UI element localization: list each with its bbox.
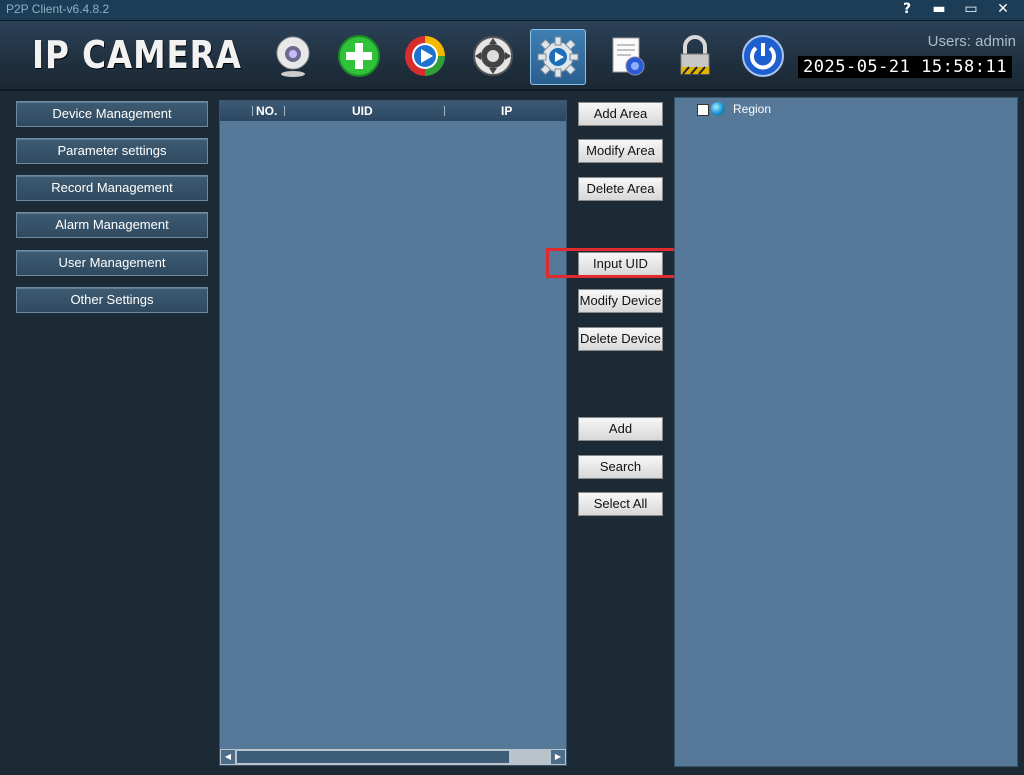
region-checkbox[interactable] [697, 104, 709, 116]
help-button[interactable]: ? [892, 0, 922, 20]
horizontal-scrollbar[interactable]: ◀ ▶ [220, 749, 566, 765]
log-document-icon [612, 37, 645, 76]
sidebar-item-other-settings[interactable]: Other Settings [16, 287, 208, 313]
region-tree[interactable]: Region [674, 97, 1018, 767]
device-list-header: NO. UID IP [220, 101, 566, 121]
ptz-control-button[interactable] [466, 29, 520, 83]
column-separator [284, 106, 285, 116]
add-device-button[interactable] [332, 29, 386, 83]
app-logo: IP CAMERA [32, 33, 242, 77]
delete-device-button[interactable]: Delete Device [578, 327, 663, 351]
delete-area-button[interactable]: Delete Area [578, 177, 663, 201]
current-user: Users: admin [927, 33, 1016, 50]
maximize-button[interactable]: ▭ [956, 0, 986, 20]
add-button[interactable]: Add [578, 417, 663, 441]
device-list[interactable]: NO. UID IP ◀ ▶ [219, 100, 567, 766]
sidebar-item-parameter-settings[interactable]: Parameter settings [16, 138, 208, 164]
minimize-button[interactable]: ▬ [924, 0, 954, 20]
add-device-icon [338, 35, 380, 77]
playback-icon [405, 36, 445, 76]
column-separator [252, 106, 253, 116]
close-button[interactable]: ✕ [988, 0, 1018, 20]
globe-icon [711, 102, 725, 116]
exit-button[interactable] [736, 29, 790, 83]
modify-area-button[interactable]: Modify Area [578, 139, 663, 163]
settings-icon [537, 36, 579, 78]
modify-device-button[interactable]: Modify Device [578, 289, 663, 313]
log-button[interactable] [600, 29, 654, 83]
webcam-icon [276, 36, 310, 77]
scroll-left-icon[interactable]: ◀ [221, 750, 235, 764]
live-view-button[interactable] [266, 29, 320, 83]
tree-node-label[interactable]: Region [733, 102, 771, 116]
window-title: P2P Client-v6.4.8.2 [6, 2, 110, 16]
scroll-right-icon[interactable]: ▶ [551, 750, 565, 764]
search-button[interactable]: Search [578, 455, 663, 479]
lock-button[interactable] [668, 29, 722, 83]
settings-button[interactable] [530, 29, 586, 85]
power-icon [742, 35, 784, 77]
column-header-no[interactable]: NO. [256, 104, 277, 118]
sidebar-item-record-management[interactable]: Record Management [16, 175, 208, 201]
datetime-display: 2025-05-21 15:58:11 [798, 56, 1012, 78]
select-all-button[interactable]: Select All [578, 492, 663, 516]
title-bar: P2P Client-v6.4.8.2 ? ▬ ▭ ✕ [0, 0, 1024, 21]
column-header-ip[interactable]: IP [501, 104, 512, 118]
playback-button[interactable] [398, 29, 452, 83]
column-header-uid[interactable]: UID [352, 104, 373, 118]
add-area-button[interactable]: Add Area [578, 102, 663, 126]
lock-icon [680, 35, 710, 75]
column-separator [444, 106, 445, 116]
scrollbar-thumb[interactable] [237, 751, 509, 763]
sidebar-item-alarm-management[interactable]: Alarm Management [16, 212, 208, 238]
ptz-control-icon [473, 36, 513, 76]
sidebar-item-device-management[interactable]: Device Management [16, 101, 208, 127]
sidebar-item-user-management[interactable]: User Management [16, 250, 208, 276]
